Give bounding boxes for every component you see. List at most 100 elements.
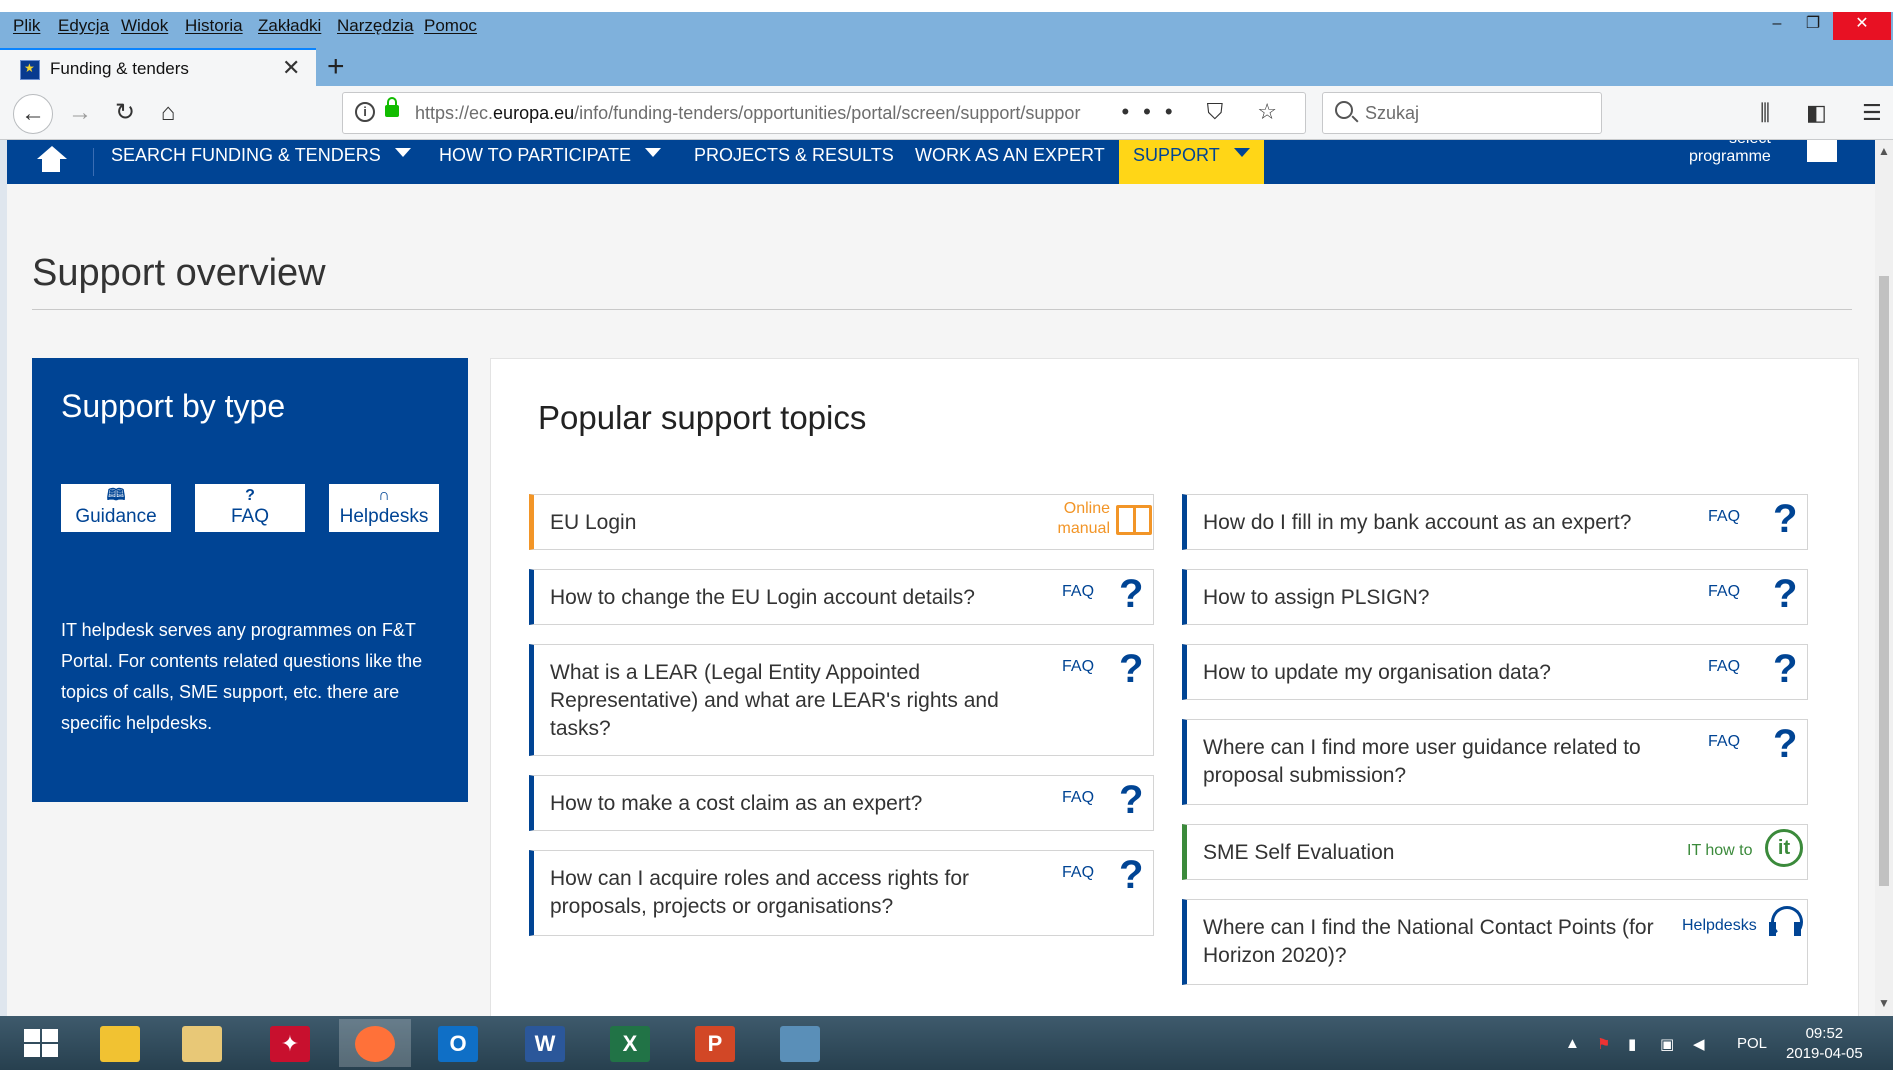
info-icon[interactable]: i	[355, 102, 375, 122]
question-icon: ?	[1773, 497, 1798, 541]
caret-down-icon	[645, 148, 662, 157]
caret-down-icon	[394, 148, 411, 157]
forward-button[interactable]: →	[60, 94, 100, 134]
taskbar-word[interactable]: W	[509, 1019, 581, 1067]
vertical-scrollbar[interactable]: ▲ ▼	[1875, 140, 1893, 1016]
back-button[interactable]: ←	[13, 94, 53, 134]
menu-bar: Plik Edycja Widok Historia Zakładki Narz…	[0, 12, 1893, 48]
tab-funding-tenders[interactable]: Funding & tenders ✕	[0, 48, 316, 86]
close-tab-icon[interactable]: ✕	[282, 55, 300, 81]
windows-start-icon[interactable]	[24, 1029, 60, 1059]
menu-widok[interactable]: Widok	[121, 16, 168, 36]
eu-flag-icon	[20, 60, 40, 80]
faq-button[interactable]: ? FAQ	[195, 484, 305, 532]
helpdesks-button[interactable]: ∩ Helpdesks	[329, 484, 439, 532]
question-icon: ?	[1119, 778, 1144, 822]
topic-card[interactable]: Where can I find the National Contact Po…	[1182, 899, 1808, 985]
sidebar-icon[interactable]: ◧	[1806, 100, 1827, 126]
menu-plik[interactable]: Plik	[13, 16, 40, 36]
nav-how-to-participate[interactable]: HOW TO PARTICIPATE	[439, 140, 662, 184]
network-icon[interactable]: ▣	[1660, 1035, 1674, 1053]
taskbar-acrobat[interactable]: ✦	[254, 1019, 326, 1067]
popular-topics-panel: Popular support topics EU Login Online m…	[490, 358, 1859, 1016]
menu-historia[interactable]: Historia	[185, 16, 243, 36]
close-window-button[interactable]: ✕	[1833, 12, 1891, 40]
faq-tag: FAQ	[1062, 789, 1095, 806]
divider	[32, 309, 1852, 310]
menu-edycja[interactable]: Edycja	[58, 16, 109, 36]
topic-card[interactable]: How to update my organisation data? FAQ …	[1182, 644, 1808, 700]
window-frame	[0, 0, 1893, 12]
faq-tag: FAQ	[1062, 583, 1095, 600]
support-by-type-panel: Support by type 🕮 Guidance ? FAQ ∩ Helpd…	[32, 358, 468, 802]
nav-search-funding[interactable]: SEARCH FUNDING & TENDERS	[111, 140, 411, 184]
topic-card[interactable]: Where can I find more user guidance rela…	[1182, 719, 1808, 805]
hamburger-menu-icon[interactable]: ☰	[1862, 100, 1882, 126]
topic-card[interactable]: How to change the EU Login account detai…	[529, 569, 1154, 625]
volume-icon[interactable]: ◀	[1693, 1035, 1705, 1053]
nav-support[interactable]: SUPPORT	[1119, 140, 1264, 184]
headset-icon	[1769, 906, 1803, 942]
home-icon[interactable]	[35, 146, 67, 174]
nav-work-as-expert[interactable]: WORK AS AN EXPERT	[915, 140, 1105, 184]
question-icon: ?	[245, 487, 255, 504]
tab-strip: Funding & tenders ✕ +	[0, 48, 1893, 86]
taskbar-firefox[interactable]	[339, 1019, 411, 1067]
battery-icon[interactable]: ▮	[1628, 1035, 1636, 1053]
faq-tag: FAQ	[1062, 658, 1095, 675]
topic-card[interactable]: How to make a cost claim as an expert? F…	[529, 775, 1154, 831]
apps-grid-icon[interactable]	[1807, 140, 1837, 162]
caret-down-icon	[1233, 148, 1250, 157]
menu-pomoc[interactable]: Pomoc	[424, 16, 477, 36]
address-bar[interactable]: i https://ec.europa.eu/info/funding-tend…	[342, 92, 1306, 134]
popular-topics-heading: Popular support topics	[538, 399, 867, 436]
topic-card[interactable]: How do I fill in my bank account as an e…	[1182, 494, 1808, 550]
it-how-to-tag: IT how to	[1687, 842, 1753, 859]
topic-card-eu-login[interactable]: EU Login Online manual	[529, 494, 1154, 550]
faq-tag: FAQ	[1708, 583, 1741, 600]
scroll-up-icon[interactable]: ▲	[1878, 144, 1890, 158]
topic-card[interactable]: What is a LEAR (Legal Entity Appointed R…	[529, 644, 1154, 756]
search-bar[interactable]: Szukaj	[1322, 92, 1602, 134]
new-tab-button[interactable]: +	[327, 50, 345, 84]
site-navigation: SEARCH FUNDING & TENDERS HOW TO PARTICIP…	[7, 140, 1875, 184]
page-actions-icons[interactable]: ••• ⛉ ☆	[1121, 99, 1291, 125]
restore-button[interactable]: ❐	[1790, 12, 1836, 40]
library-icon[interactable]: ⫼	[1760, 100, 1770, 126]
question-icon: ?	[1119, 647, 1144, 691]
faq-tag: FAQ	[1708, 733, 1741, 750]
windows-taskbar: ✦ O W X P ▲ ⚑ ▮ ▣ ◀ POL 09:52 2019-04-05	[0, 1016, 1893, 1070]
taskbar-powerpoint[interactable]: P	[679, 1019, 751, 1067]
scroll-thumb[interactable]	[1879, 276, 1889, 886]
taskbar-excel[interactable]: X	[594, 1019, 666, 1067]
nav-projects-results[interactable]: PROJECTS & RESULTS	[694, 140, 894, 184]
scroll-down-icon[interactable]: ▼	[1878, 996, 1890, 1010]
book-icon: 🕮	[106, 487, 126, 504]
topic-card-sme[interactable]: SME Self Evaluation IT how to it	[1182, 824, 1808, 880]
book-icon	[1116, 505, 1152, 535]
language-indicator[interactable]: POL	[1737, 1035, 1767, 1052]
faq-tag: FAQ	[1708, 658, 1741, 675]
menu-zakladki[interactable]: Zakładki	[258, 16, 321, 36]
taskbar-outlook[interactable]: O	[422, 1019, 494, 1067]
select-programme[interactable]: select programme	[1689, 140, 1771, 166]
question-icon: ?	[1119, 853, 1144, 897]
tray-expand-icon[interactable]: ▲	[1565, 1035, 1580, 1052]
it-icon: it	[1765, 829, 1803, 867]
guidance-button[interactable]: 🕮 Guidance	[61, 484, 171, 532]
search-placeholder: Szukaj	[1365, 103, 1420, 123]
home-button[interactable]: ⌂	[148, 94, 188, 134]
reload-button[interactable]: ↻	[105, 94, 145, 134]
url-text[interactable]: https://ec.europa.eu/info/funding-tender…	[415, 103, 1155, 124]
topic-card[interactable]: How to assign PLSIGN? FAQ ?	[1182, 569, 1808, 625]
topic-card[interactable]: How can I acquire roles and access right…	[529, 850, 1154, 936]
support-description: IT helpdesk serves any programmes on F&T…	[61, 620, 423, 733]
taskbar-folder[interactable]	[166, 1019, 238, 1067]
nav-separator	[93, 148, 94, 176]
helpdesks-tag: Helpdesks	[1682, 917, 1757, 934]
taskbar-file-explorer[interactable]	[84, 1019, 156, 1067]
clock[interactable]: 09:52 2019-04-05	[1786, 1024, 1863, 1064]
action-center-flag-icon[interactable]: ⚑	[1597, 1035, 1610, 1053]
menu-narzedzia[interactable]: Narzędzia	[337, 16, 414, 36]
taskbar-image-viewer[interactable]	[764, 1019, 836, 1067]
